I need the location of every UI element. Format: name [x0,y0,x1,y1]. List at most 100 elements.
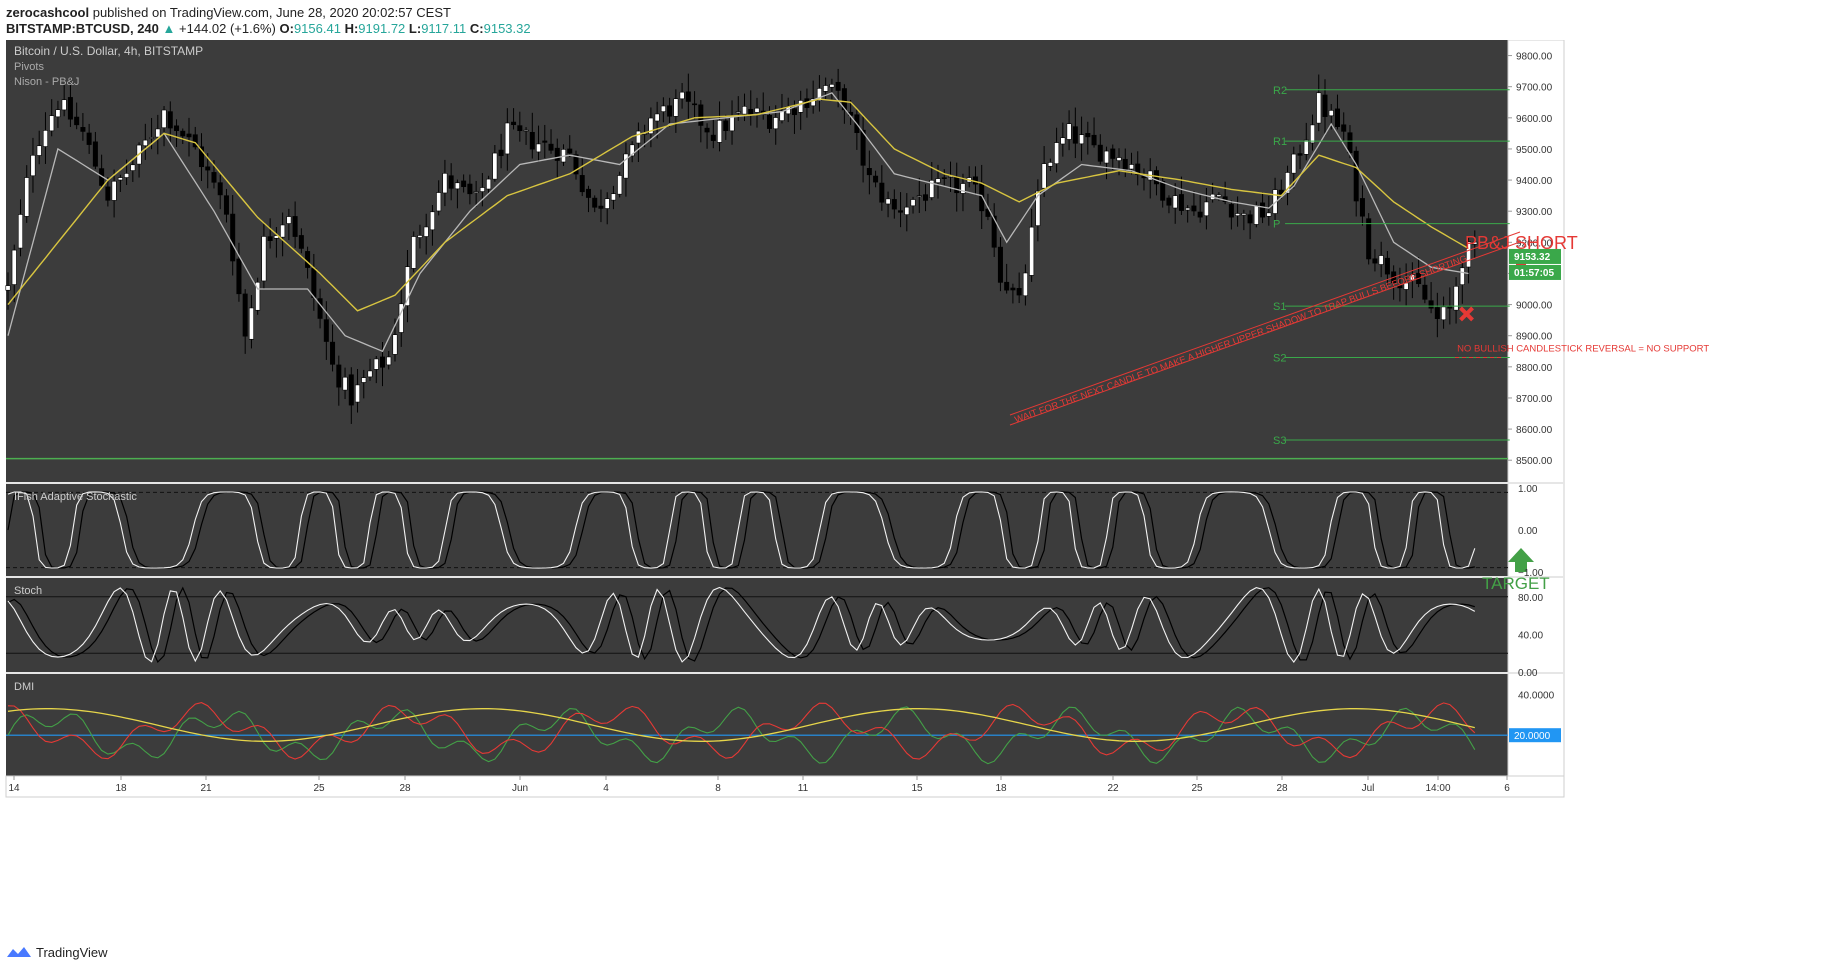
candle-body [585,188,591,198]
ifish-panel-title: IFish Adaptive Stochastic [14,491,137,503]
candle-body [866,168,872,176]
pivot-label-s1: S1 [1273,301,1286,313]
candle-body [542,140,548,143]
candle-body [773,117,779,130]
countdown-label: 01:57:05 [1514,268,1554,279]
candle-body [1428,300,1434,309]
candle-body [1166,197,1172,206]
candle-body [610,193,616,201]
candle-body [791,108,797,116]
candle-body [361,377,367,383]
candle-body [130,164,136,171]
tradingview-logo-icon [7,947,31,957]
candle-body [667,105,673,117]
change-value: +144.02 (+1.6%) [179,21,276,36]
stoch-tick-label: 40.00 [1518,630,1543,641]
time-tick-label: 6 [1504,783,1510,794]
last-price-label: 9153.32 [1514,252,1551,263]
pivot-label-r1: R1 [1273,136,1287,148]
candle-body [205,166,211,171]
candle-body [723,120,729,132]
candle-body [1260,202,1266,218]
candle-body [105,186,111,201]
candle-body [305,251,311,268]
candle-body [417,235,423,238]
ifish-tick-label: 1.00 [1518,484,1538,495]
candle-body [885,198,891,205]
chart-canvas[interactable]: 9800.00 9700.00 9600.00 9500.00 9400.00 9300.… [0,40,1828,942]
ifish-tick-label: 0.00 [1518,526,1538,537]
candle-body [386,356,392,366]
pivot-label-s3: S3 [1273,435,1286,447]
candle-body [1441,306,1447,321]
candle-body [873,175,879,183]
candle-body [149,137,155,139]
candle-body [1297,153,1303,156]
time-tick-label: 21 [200,783,212,794]
time-tick-label: 18 [115,783,127,794]
time-tick-label: 8 [715,783,721,794]
candle-body [1016,288,1022,296]
candle-body [685,91,691,102]
candle-body [448,175,454,189]
publish-text: published on TradingView.com, June 28, 2… [92,5,451,20]
candle-body [742,106,748,115]
candle-body [1322,94,1328,117]
candle-body [1316,92,1322,124]
candle-body [317,298,323,319]
candle-body [1079,134,1085,145]
open-value: 9156.41 [293,21,341,36]
candle-body [1091,134,1097,146]
symbol-label: BITSTAMP:BTCUSD, 240 [6,21,159,36]
candle-body [1097,144,1103,162]
candle-body [461,180,467,187]
candle-body [567,148,573,154]
candle-body [11,249,17,285]
candle-body [1085,132,1091,138]
candle-body [910,199,916,207]
candle-body [55,109,61,118]
candle-body [1185,207,1191,211]
candle-body [24,177,30,217]
candle-body [548,143,554,151]
candle-body [1029,226,1035,276]
candle-body [454,182,460,190]
candle-body [660,105,666,112]
candle-body [1447,306,1453,309]
candle-body [155,128,161,138]
candle-body [467,183,473,195]
price-tick-label: 9600.00 [1516,114,1553,125]
candle-body [941,177,947,179]
candle-body [267,236,273,241]
candle-body [186,133,192,138]
candle-body [748,108,754,115]
candle-body [5,285,11,291]
author-name[interactable]: zerocashcool [6,5,89,20]
candle-body [654,113,660,122]
brand-name[interactable]: TradingView [36,945,108,960]
time-tick-label: 15 [911,783,923,794]
price-tick-label: 9700.00 [1516,83,1553,94]
candle-body [124,173,130,178]
candle-body [1047,162,1053,167]
candle-body [61,99,67,111]
candle-body [67,97,73,120]
up-arrow-icon: ▲ [162,21,176,36]
candle-body [311,268,317,298]
candle-body [1372,258,1378,264]
candle-body [1072,126,1078,144]
candle-body [111,180,117,201]
low-label: L: [408,21,422,36]
candle-body [754,107,760,113]
no-support-text: NO BULLISH CANDLESTICK REVERSAL = NO SUP… [1457,343,1709,354]
candle-body [1104,150,1110,164]
candle-body [517,125,523,132]
candle-body [617,175,623,195]
candle-body [392,334,398,355]
candle-body [411,236,417,269]
candle-body [92,141,98,167]
candle-body [1060,137,1066,145]
candle-body [1203,201,1209,217]
candle-body [486,178,492,190]
time-tick-label: 18 [995,783,1007,794]
